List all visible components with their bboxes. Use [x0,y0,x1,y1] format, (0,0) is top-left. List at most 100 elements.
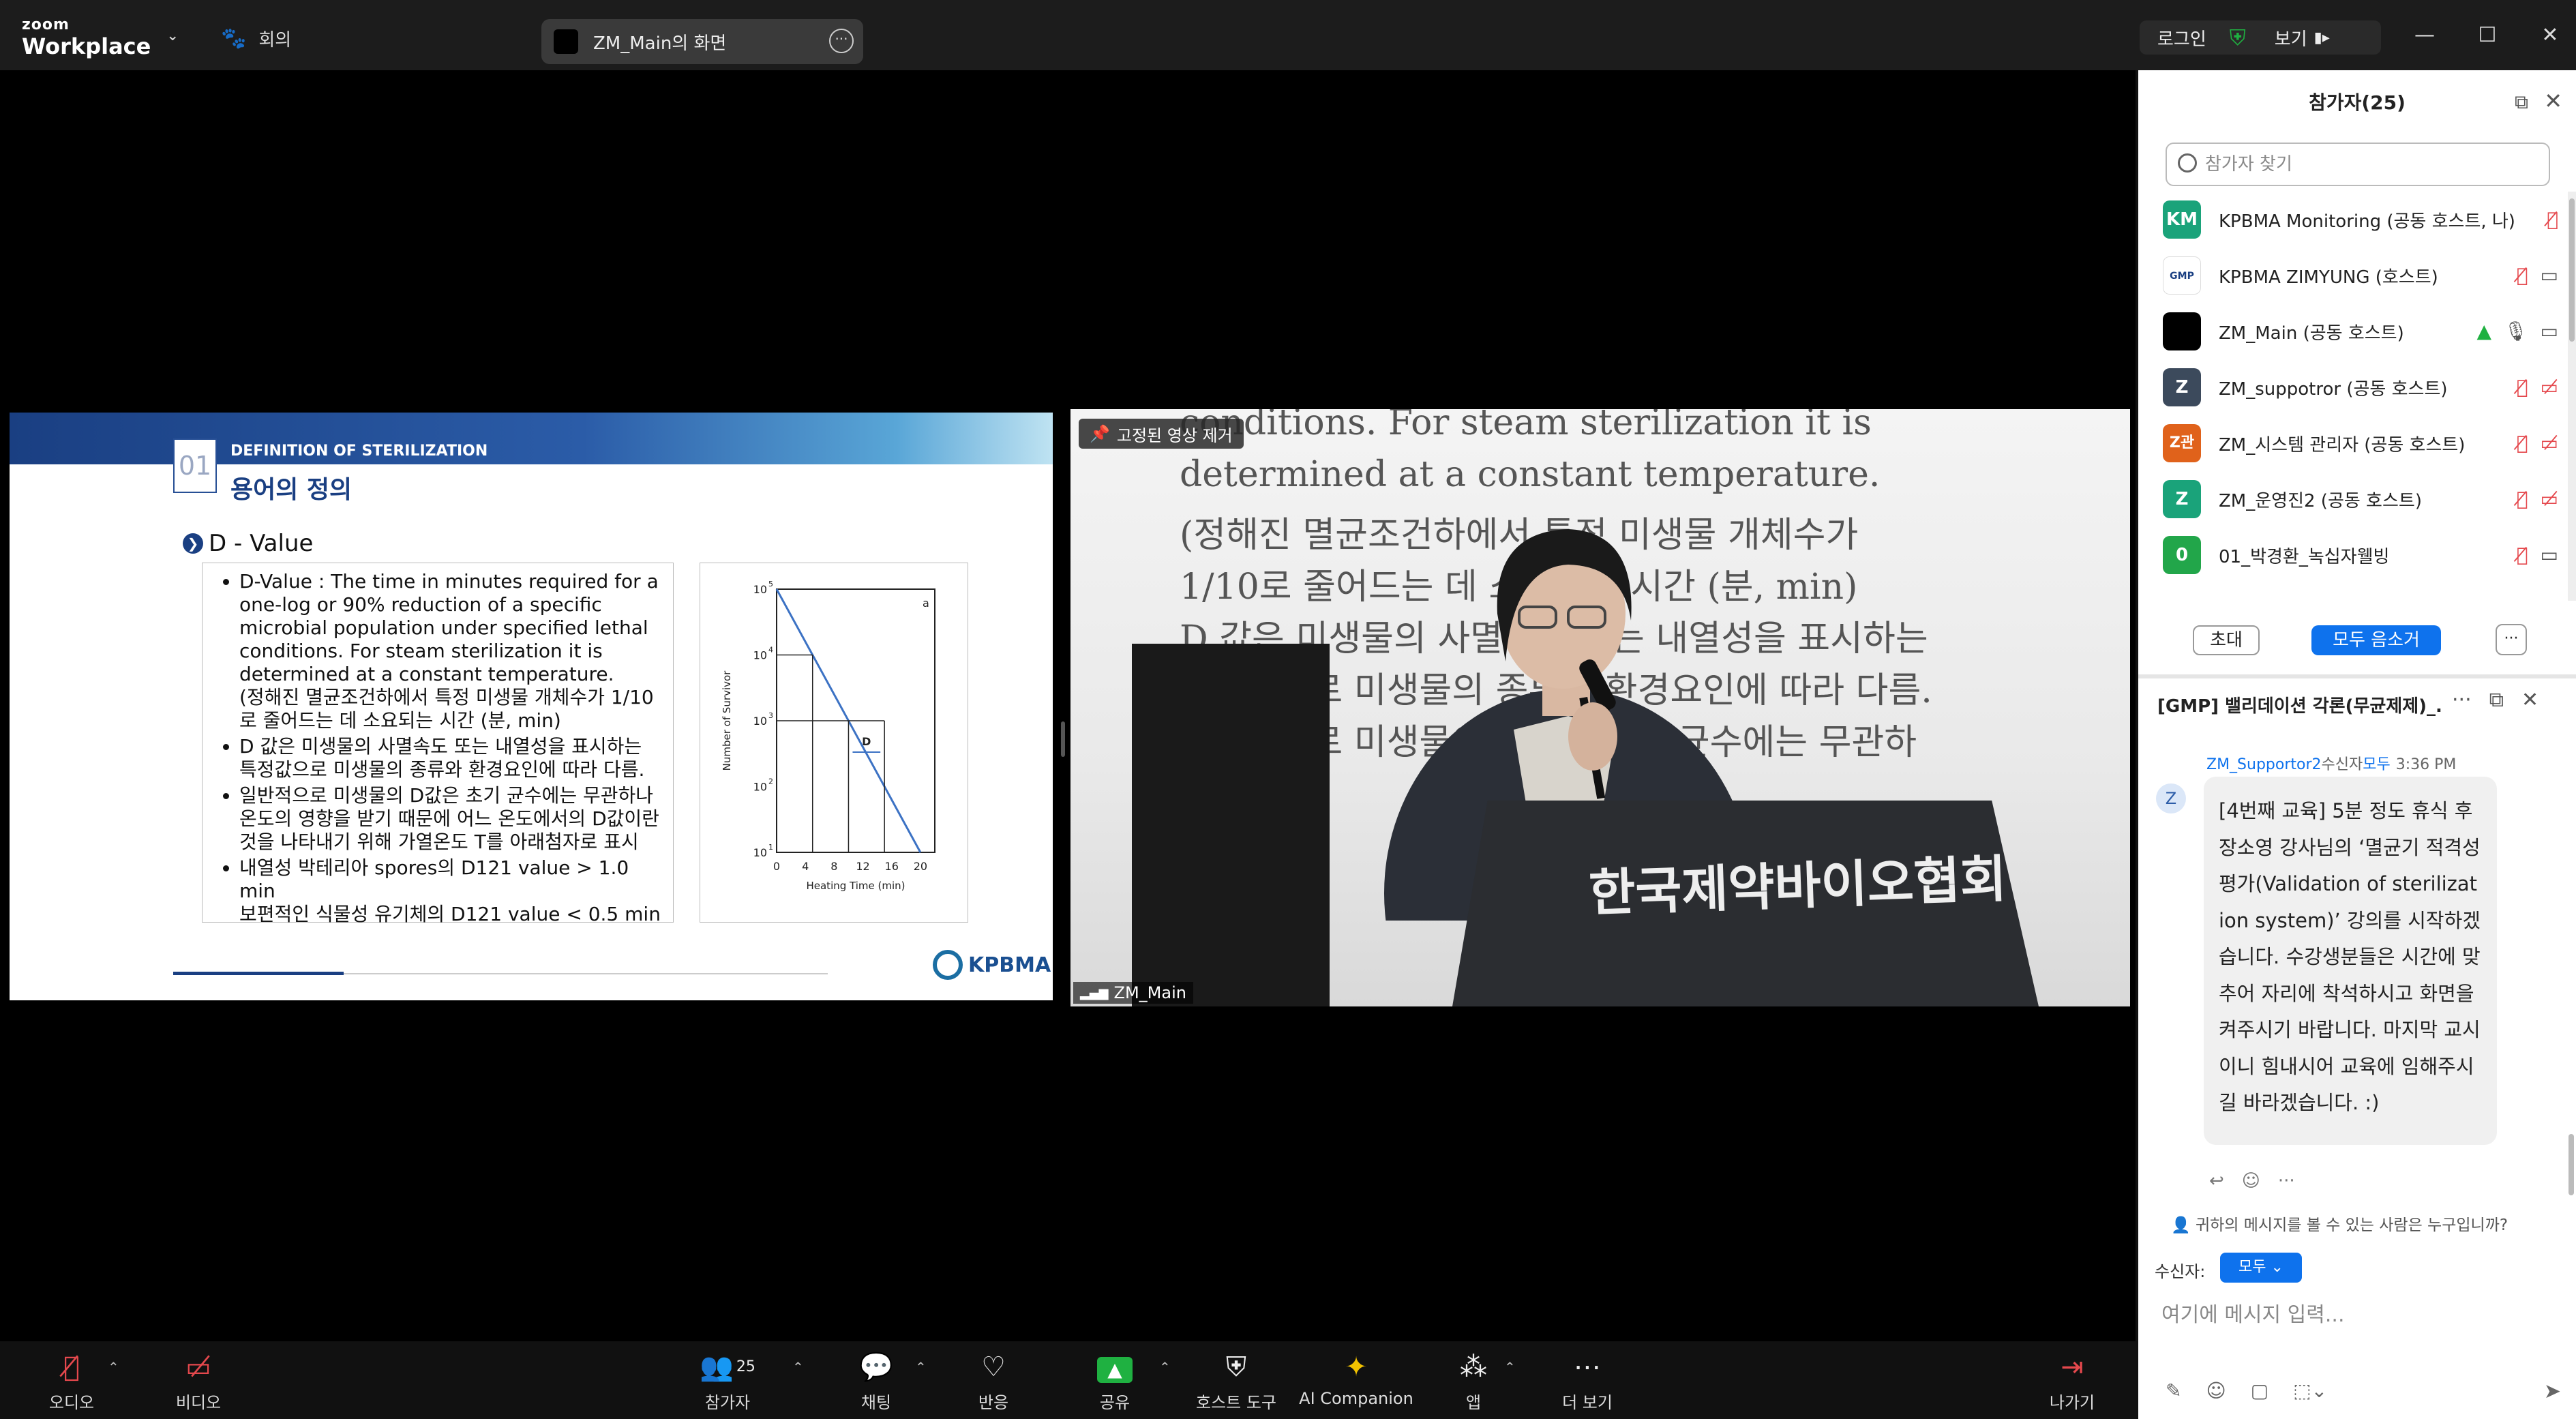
search-icon [2178,153,2197,173]
participant-avatar: GMP [2163,256,2201,295]
video-camera-icon[interactable]: ▭ [2541,320,2558,342]
video-off-icon[interactable]: ▭̸ [2541,488,2558,510]
popout-icon[interactable]: ⧉ [2489,688,2504,712]
close-icon[interactable]: ✕ [2519,0,2576,70]
mic-icon[interactable]: 🎙 [2504,320,2528,342]
participant-row[interactable]: 0 01_박경환_녹십자웰빙 🎙̸ ▭ [2163,527,2558,583]
slide-subtitle-text: D - Value [209,530,314,557]
chat-recipient[interactable]: 모두 [2363,756,2390,773]
chevron-down-icon[interactable]: ⌄ [166,27,179,44]
mic-muted-icon[interactable]: 🎙̸ [2517,264,2528,286]
login-button[interactable]: 로그인 [2157,25,2206,50]
participants-label: 참가자 [704,1393,751,1412]
maximize-icon[interactable]: ☐ [2456,0,2519,70]
chat-button[interactable]: 💬 채팅 [845,1349,907,1413]
more-options-icon[interactable]: ··· [2278,1171,2295,1191]
invite-button[interactable]: 초대 [2193,625,2260,655]
chat-visibility-info[interactable]: 👤 귀하의 메시지를 볼 수 있는 사람은 누구입니까? [2171,1212,2508,1235]
participant-scrollbar[interactable] [2568,192,2576,601]
emoji-icon[interactable]: ☺ [2206,1379,2226,1402]
share-chevron-icon[interactable]: ⌃ [1159,1359,1171,1375]
popout-icon[interactable]: ⧉ [2515,91,2528,114]
participants-button[interactable]: 👥 25 참가자 [697,1349,758,1413]
chat-scrollbar[interactable] [2568,752,2575,1216]
zoom-workplace-logo[interactable]: zoom Workplace [22,18,151,58]
mic-muted-icon[interactable]: 🎙̸ [2517,376,2528,398]
participant-row[interactable]: KM KPBMA Monitoring (공동 호스트, 나) 🎙̸ [2163,192,2558,248]
participant-name: ZM_Main (공동 호스트) [2219,323,2404,344]
apps-chevron-icon[interactable]: ⌃ [1504,1359,1516,1375]
x-tick-label: 12 [856,860,869,873]
view-button[interactable]: 보기 [2275,25,2307,50]
a-annotation: a [923,597,929,610]
send-icon[interactable]: ➤ [2544,1379,2561,1403]
video-off-icon: ▭̸ [185,1351,211,1383]
ai-companion-button[interactable]: ✦ AI Companion [1298,1349,1414,1408]
mic-muted-icon[interactable]: 🎙̸ [2547,208,2558,230]
host-tools-button[interactable]: ⛨ 호스트 도구 [1192,1349,1280,1413]
apps-button[interactable]: ⁂ 앱 [1443,1349,1504,1413]
chat-message-meta: ZM_Supportor2수신자모두 3:36 PM [2206,752,2456,774]
video-button[interactable]: ▭̸ 비디오 [168,1349,229,1413]
leave-button[interactable]: ⇥ 나가기 [2041,1349,2103,1413]
x-tick-label: 20 [914,860,927,873]
speaker-video[interactable]: conditions. For steam sterilization it i… [1070,409,2130,1006]
screen-share-pill[interactable]: ZM_Main의 화면 ··· [541,19,863,64]
chat-message-input[interactable]: 여기에 메시지 입력... [2161,1298,2344,1328]
x-axis-label: Heating Time (min) [806,880,905,892]
chat-chevron-icon[interactable]: ⌃ [915,1359,927,1375]
chat-recipient-dropdown[interactable]: 모두 ⌄ [2220,1253,2302,1283]
meeting-menu[interactable]: 🐾 회의 [221,26,291,51]
paw-icon: 🐾 [221,27,247,50]
format-icon[interactable]: ✎ [2166,1379,2181,1402]
mute-all-button[interactable]: 모두 음소거 [2311,625,2441,655]
chat-message[interactable]: [4번째 교육] 5분 정도 휴식 후 장소영 강사님의 ‘멸균기 적격성평가(… [2204,777,2497,1145]
screenshot-icon[interactable]: ⬚⌄ [2293,1379,2327,1402]
audio-chevron-icon[interactable]: ⌃ [108,1359,119,1375]
reply-icon[interactable]: ↩ [2209,1171,2224,1191]
sparkle-icon: ✦ [1345,1351,1368,1383]
chat-title: [GMP] 밸리데이션 각론(무균제제)_... [2157,696,2444,717]
participant-row[interactable]: Z관 ZM_시스템 관리자 (공동 호스트) 🎙̸ ▭̸ [2163,415,2558,471]
resize-handle[interactable] [1061,721,1065,757]
minimize-icon[interactable]: — [2393,0,2456,70]
participant-row[interactable]: GMP KPBMA ZIMYUNG (호스트) 🎙̸ ▭ [2163,248,2558,303]
participant-list: KM KPBMA Monitoring (공동 호스트, 나) 🎙̸ GMP K… [2138,192,2568,601]
participants-count: 25 [736,1358,755,1375]
close-chat-icon[interactable]: ✕ [2521,688,2538,712]
video-camera-icon[interactable]: ▭ [2541,543,2558,566]
more-options-icon[interactable]: ··· [829,29,854,53]
video-camera-icon[interactable]: ▭ [2541,264,2558,286]
slide-title: 용어의 정의 [230,476,353,504]
participant-row[interactable]: ZM_Main (공동 호스트) ▲ 🎙 ▭ [2163,303,2558,359]
file-icon[interactable]: ▢ [2251,1379,2268,1402]
participant-row[interactable]: Z ZM_suppotror (공동 호스트) 🎙̸ ▭̸ [2163,359,2558,415]
unpin-video-button[interactable]: 📌 고정된 영상 제거 [1079,419,1244,449]
meeting-toolbar: 🎙̸ 오디오 ⌃ ▭̸ 비디오 👥 25 참가자 ⌃ 💬 채팅 ⌃ ♡ 반응 ▲ … [0,1341,2138,1419]
share-button[interactable]: ▲ 공유 [1084,1349,1145,1413]
mic-muted-icon[interactable]: 🎙̸ [2517,488,2528,510]
video-off-icon[interactable]: ▭̸ [2541,376,2558,398]
more-options-icon[interactable]: ··· [2452,688,2472,712]
share-label: 공유 [1099,1393,1130,1412]
more-button[interactable]: ⋯ 더 보기 [1553,1349,1621,1413]
panel-divider[interactable] [2138,674,2576,678]
zoom-window: zoom Workplace ⌄ 🐾 회의 ZM_Main의 화면 ··· 로그… [0,0,2576,1419]
emoji-react-icon[interactable]: ☺ [2242,1171,2260,1191]
participants-chevron-icon[interactable]: ⌃ [792,1359,804,1375]
close-panel-icon[interactable]: ✕ [2544,88,2562,114]
slide-bullet-text: D-Value : The time in minutes required f… [239,570,659,685]
y-tick-label: 10 [753,846,767,859]
mic-muted-icon[interactable]: 🎙̸ [2517,543,2528,566]
chat-sender[interactable]: ZM_Supportor2 [2206,756,2322,773]
shield-check-icon[interactable]: ⛨ [2230,25,2246,51]
mic-muted-icon[interactable]: 🎙̸ [2517,432,2528,454]
participant-search-input[interactable]: 참가자 찾기 [2166,143,2550,186]
reactions-button[interactable]: ♡ 반응 [963,1349,1024,1413]
participant-row[interactable]: Z ZM_운영진2 (공동 호스트) 🎙̸ ▭̸ [2163,471,2558,527]
audio-button[interactable]: 🎙̸ 오디오 [41,1349,102,1413]
window-controls: — ☐ ✕ [2393,0,2576,70]
mic-muted-icon: 🎙̸ [63,1351,80,1383]
more-options-icon[interactable]: ··· [2496,624,2527,655]
video-off-icon[interactable]: ▭̸ [2541,432,2558,454]
